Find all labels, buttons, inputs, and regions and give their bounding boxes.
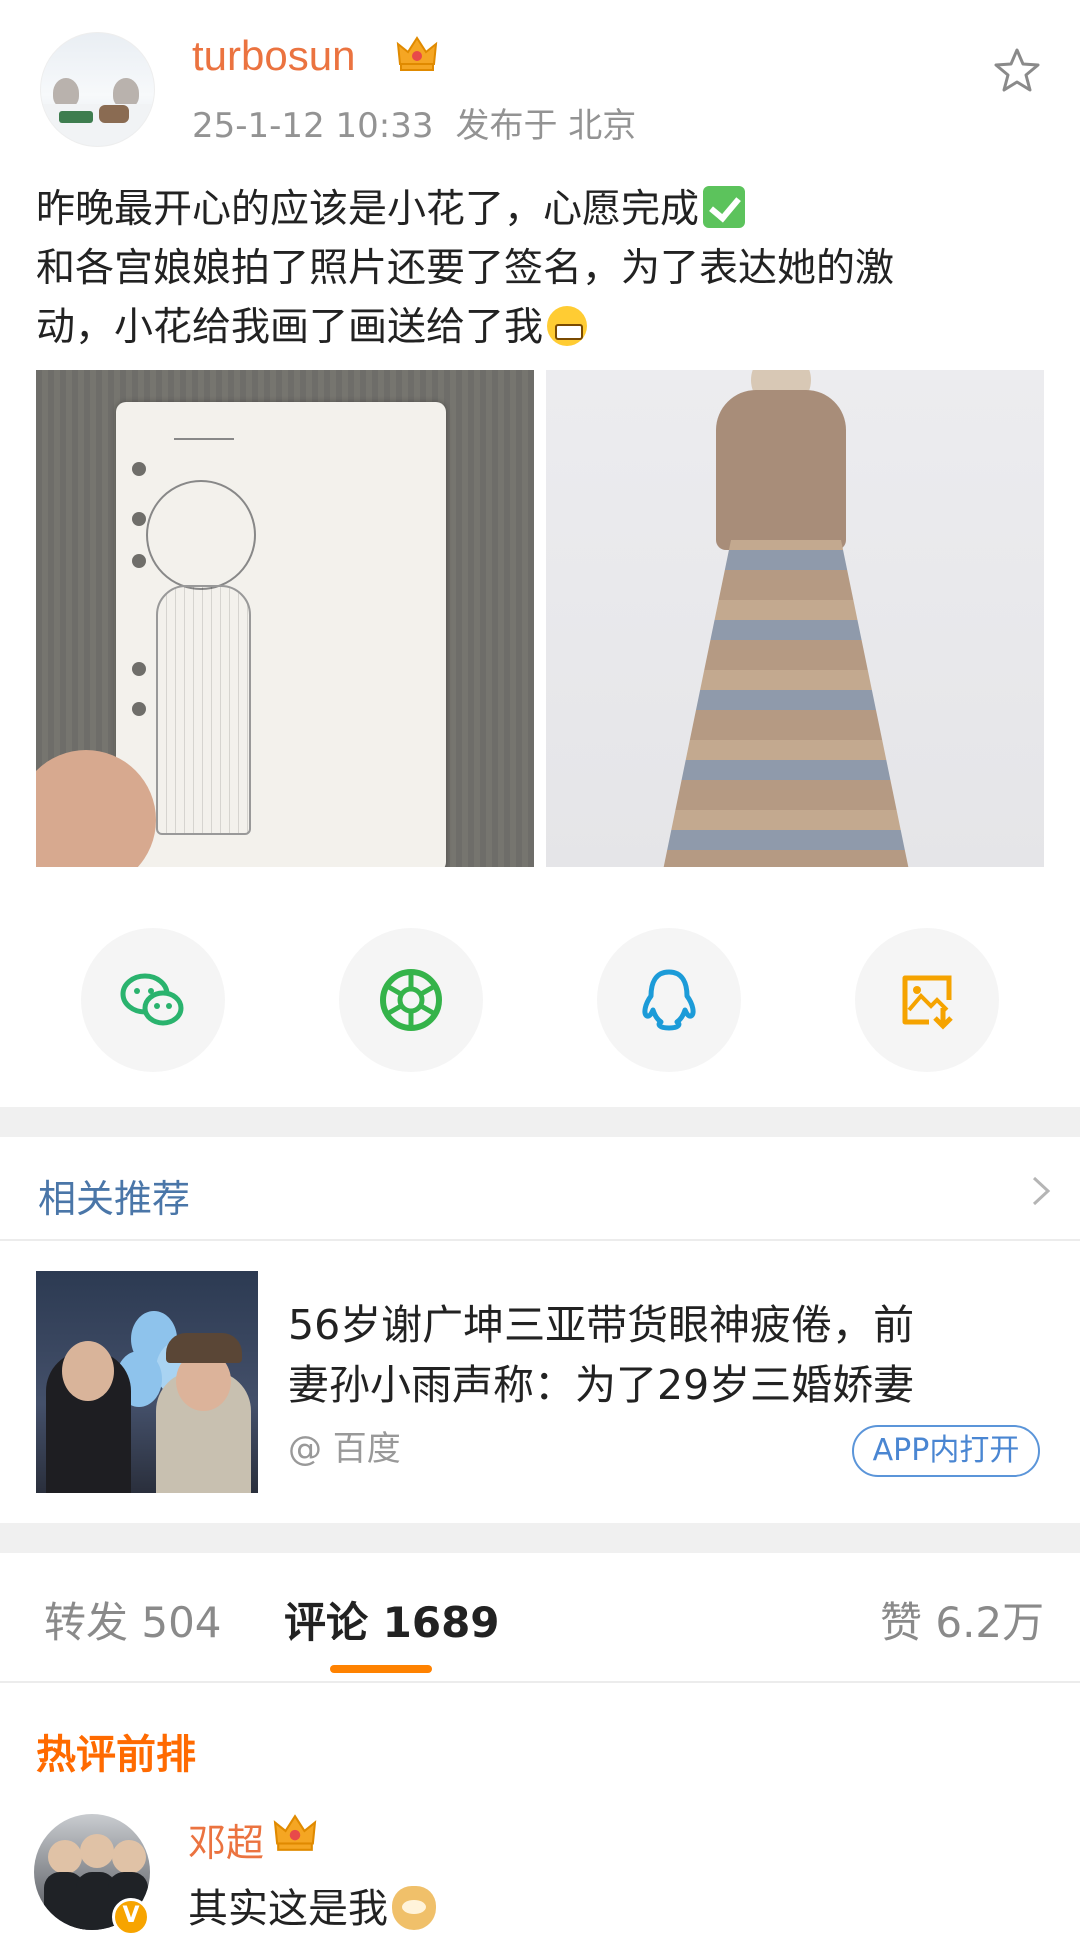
share-row bbox=[0, 928, 1080, 1073]
comment-text-content: 其实这是我 bbox=[188, 1886, 388, 1932]
save-image-button[interactable] bbox=[855, 928, 999, 1072]
chevron-right-icon bbox=[1032, 1176, 1051, 1206]
post-image-grid bbox=[36, 370, 1044, 867]
share-qq-button[interactable] bbox=[597, 928, 741, 1072]
doge-emoji-icon bbox=[392, 1886, 436, 1930]
wechat-icon bbox=[120, 973, 184, 1026]
post-meta: 25-1-12 10:33 发布于 北京 bbox=[192, 98, 658, 147]
article-thumbnail bbox=[36, 1271, 258, 1493]
interaction-tabs: 转发 504 评论 1689 赞 6.2万 bbox=[0, 1553, 1080, 1683]
vip-crown-icon bbox=[273, 1814, 317, 1851]
article-title[interactable]: 56岁谢广坤三亚带货眼神疲倦，前 妻孙小雨声称：为了29岁三婚娇妻 bbox=[288, 1295, 1048, 1415]
grin-emoji-icon bbox=[547, 306, 588, 346]
qq-icon bbox=[642, 969, 696, 1031]
moments-icon bbox=[380, 969, 442, 1031]
username[interactable]: turbosun bbox=[192, 32, 355, 80]
tab-comments[interactable]: 评论 1689 bbox=[284, 1589, 500, 1650]
post-text-line-3: 动，小花给我画了画送给了我 bbox=[36, 305, 544, 350]
post-image-drawing[interactable] bbox=[36, 370, 534, 867]
post-location: 发布于 北京 bbox=[455, 106, 637, 146]
commenter-name[interactable]: 邓超 bbox=[188, 1812, 264, 1867]
hot-comments-title: 热评前排 bbox=[36, 1732, 196, 1778]
share-moments-button[interactable] bbox=[339, 928, 483, 1072]
user-avatar[interactable] bbox=[40, 32, 155, 147]
related-header[interactable]: 相关推荐 bbox=[0, 1138, 1080, 1241]
comment-item: V 邓超 其实这是我 bbox=[0, 1810, 1080, 1960]
active-tab-indicator bbox=[330, 1665, 432, 1673]
open-in-app-button[interactable]: APP内打开 bbox=[852, 1425, 1040, 1477]
section-divider bbox=[0, 1107, 1080, 1137]
post-text-line-2: 和各宫娘娘拍了照片还要了签名，为了表达她的激 bbox=[36, 246, 895, 291]
save-image-icon bbox=[902, 975, 953, 1030]
share-wechat-button[interactable] bbox=[81, 928, 225, 1072]
related-title: 相关推荐 bbox=[38, 1177, 191, 1221]
post-header: turbosun 25-1-12 10:33 发布于 北京 bbox=[0, 0, 1080, 170]
comment-text: 其实这是我 bbox=[188, 1876, 436, 1934]
post-text: 昨晚最开心的应该是小花了，心愿完成 和各宫娘娘拍了照片还要了签名，为了表达她的激… bbox=[36, 180, 1046, 357]
tab-likes[interactable]: 赞 6.2万 bbox=[880, 1589, 1044, 1650]
section-divider bbox=[0, 1523, 1080, 1553]
verified-badge-icon: V bbox=[112, 1898, 150, 1936]
tab-repost[interactable]: 转发 504 bbox=[44, 1589, 222, 1650]
related-article[interactable]: 56岁谢广坤三亚带货眼神疲倦，前 妻孙小雨声称：为了29岁三婚娇妻 @ 百度 A… bbox=[0, 1243, 1080, 1523]
post-image-dress[interactable] bbox=[546, 370, 1044, 867]
article-title-line-2: 妻孙小雨声称：为了29岁三婚娇妻 bbox=[288, 1361, 915, 1409]
favorite-star-icon[interactable] bbox=[992, 46, 1042, 96]
check-mark-emoji-icon bbox=[703, 186, 746, 228]
vip-crown-icon bbox=[396, 36, 438, 71]
post-datetime: 25-1-12 10:33 bbox=[192, 106, 434, 146]
post-text-line-1: 昨晚最开心的应该是小花了，心愿完成 bbox=[36, 187, 700, 232]
article-source: @ 百度 bbox=[288, 1429, 401, 1469]
article-title-line-1: 56岁谢广坤三亚带货眼神疲倦，前 bbox=[288, 1301, 915, 1349]
